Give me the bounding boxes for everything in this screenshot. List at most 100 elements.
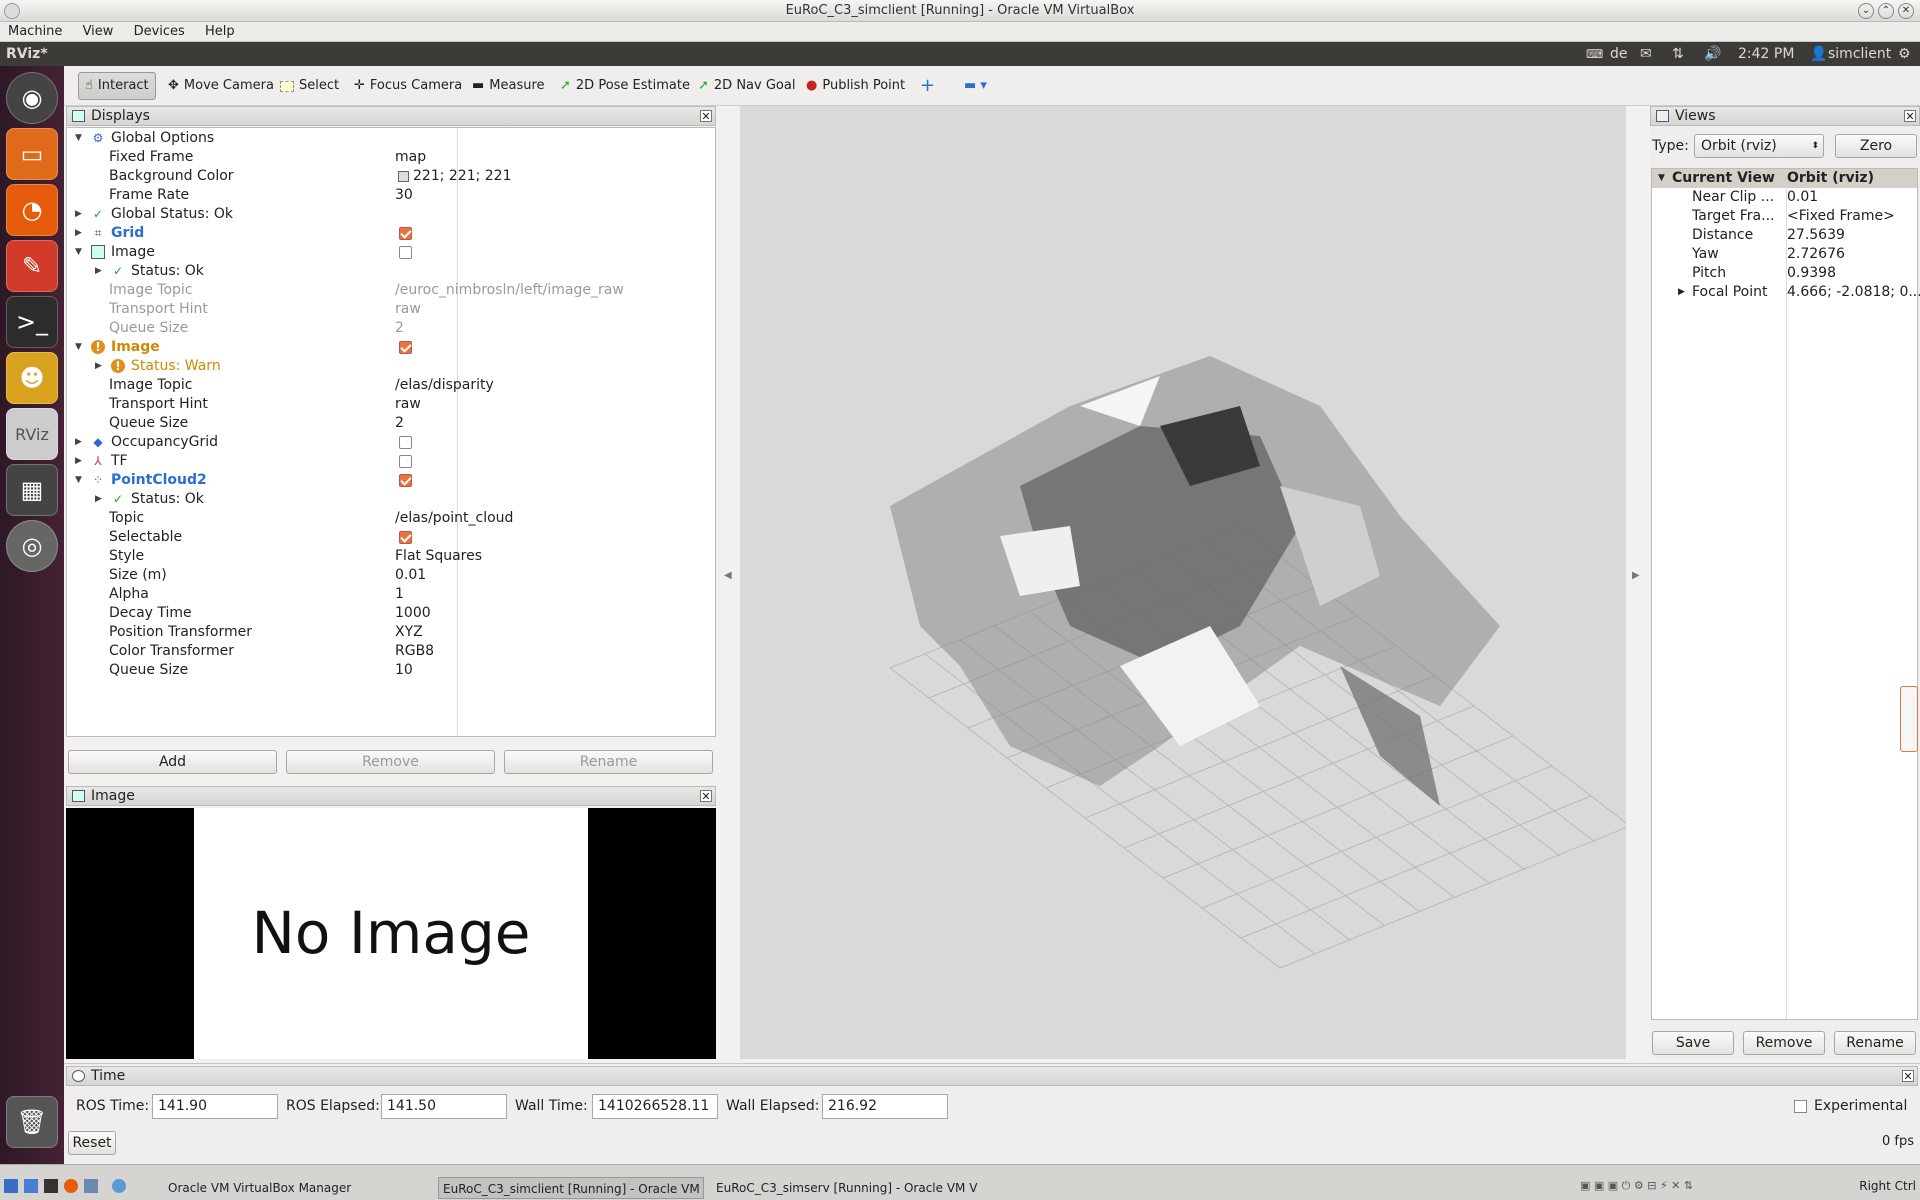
files-icon[interactable]: ▭ (6, 128, 58, 180)
remove-view-button[interactable]: Remove (1743, 1031, 1825, 1055)
minimize-icon[interactable]: ⌄ (1858, 3, 1874, 19)
wall-elapsed-field[interactable]: 216.92 (822, 1094, 948, 1119)
tool-measure[interactable]: ▬ Measure (466, 72, 551, 100)
tool-move-camera[interactable]: ✥ Move Camera (162, 72, 280, 100)
views-scrollbar[interactable] (1900, 686, 1918, 752)
tree-row-focal-point[interactable]: ▶ Focal Point 4.666; -2.0818; 0.... (1652, 283, 1920, 302)
close-icon[interactable]: ✕ (1898, 3, 1914, 19)
tree-row-pointcloud2[interactable]: ▼ ⁘ PointCloud2 (67, 471, 715, 490)
tree-row-distance[interactable]: Distance 27.5639 (1652, 226, 1917, 245)
app-icon[interactable]: ☻ (6, 352, 58, 404)
terminal-icon[interactable] (44, 1179, 58, 1193)
close-panel-icon[interactable]: ✕ (1902, 1070, 1914, 1082)
prop-value[interactable]: 30 (395, 186, 413, 205)
tree-row-current-view[interactable]: ▼ Current View Orbit (rviz) (1652, 169, 1917, 188)
tree-row-position-transformer[interactable]: Position Transformer XYZ (67, 623, 715, 642)
tree-row-queue-size[interactable]: Queue Size 10 (67, 661, 715, 680)
gear-icon[interactable]: ⚙ (1898, 42, 1911, 66)
menu-machine[interactable]: Machine (8, 24, 62, 39)
grid-enabled-checkbox[interactable] (399, 227, 412, 240)
tray-icons[interactable]: ▣ ▣ ▣ ⏻ ⚙ ⊟ ⚡ ✕ ⇅ (1580, 1179, 1693, 1193)
tool-2d-nav-goal[interactable]: ➚ 2D Nav Goal (692, 72, 801, 100)
close-panel-icon[interactable]: ✕ (700, 790, 712, 802)
remove-display-button[interactable]: Remove (286, 750, 495, 774)
pointcloud-enabled-checkbox[interactable] (399, 474, 412, 487)
tf-enabled-checkbox[interactable] (399, 455, 412, 468)
collapse-arrow-icon[interactable]: ▼ (75, 471, 82, 490)
prop-value[interactable]: Flat Squares (395, 547, 482, 566)
tree-row-topic[interactable]: Topic /elas/point_cloud (67, 509, 715, 528)
prop-value[interactable]: 1000 (395, 604, 431, 623)
expand-arrow-icon[interactable]: ▶ (75, 224, 82, 243)
tree-row-pitch[interactable]: Pitch 0.9398 (1652, 264, 1917, 283)
collapse-arrow-icon[interactable]: ▼ (1658, 169, 1665, 188)
firefox-icon[interactable]: ◔ (6, 184, 58, 236)
tree-row-global-status[interactable]: ▶ ✓ Global Status: Ok (67, 205, 715, 224)
ros-elapsed-field[interactable]: 141.50 (381, 1094, 507, 1119)
terminal-icon[interactable]: >_ (6, 296, 58, 348)
tool-interact[interactable]: ☝ Interact (78, 72, 156, 100)
prop-value[interactable]: 0.01 (395, 566, 426, 585)
tree-row-image-1-status[interactable]: ▶ ✓ Status: Ok (67, 262, 715, 281)
maximize-icon[interactable]: ⌃ (1878, 3, 1894, 19)
tool-publish-point[interactable]: ● Publish Point (800, 72, 911, 100)
tree-row-queue-size[interactable]: Queue Size 2 (67, 319, 715, 338)
remove-tool-icon[interactable]: ▬ ▾ (958, 72, 993, 100)
network-icon[interactable]: ⇅ (1672, 42, 1684, 66)
prop-value[interactable]: map (395, 148, 426, 167)
tree-row-near-clip[interactable]: Near Clip ... 0.01 (1652, 188, 1917, 207)
zero-button[interactable]: Zero (1835, 134, 1917, 158)
close-panel-icon[interactable]: ✕ (700, 110, 712, 122)
prop-value[interactable]: raw (395, 300, 421, 319)
tree-row-background-color[interactable]: Background Color 221; 221; 221 (67, 167, 715, 186)
expand-arrow-icon[interactable]: ▶ (95, 357, 102, 376)
tree-row-pointcloud-status[interactable]: ▶ ✓ Status: Ok (67, 490, 715, 509)
expand-arrow-icon[interactable]: ▶ (95, 490, 102, 509)
mail-icon[interactable]: ✉ (1640, 42, 1652, 66)
prop-value[interactable]: 0.9398 (1787, 264, 1836, 283)
selectable-checkbox[interactable] (399, 531, 412, 544)
occupancy-enabled-checkbox[interactable] (399, 436, 412, 449)
tree-row-grid[interactable]: ▶ ⌗ Grid (67, 224, 715, 243)
3d-viewport[interactable] (740, 106, 1631, 1059)
collapse-left-icon[interactable]: ◀ (724, 570, 732, 581)
prop-value[interactable]: 2 (395, 319, 404, 338)
add-display-button[interactable]: Add (68, 750, 277, 774)
tree-row-decay-time[interactable]: Decay Time 1000 (67, 604, 715, 623)
prop-value[interactable]: 10 (395, 661, 413, 680)
task-simclient[interactable]: EuRoC_C3_simclient [Running] - Oracle VM… (438, 1177, 704, 1199)
collapse-arrow-icon[interactable]: ▼ (75, 243, 82, 262)
disc-icon[interactable]: ◎ (6, 520, 58, 572)
prop-value[interactable]: 221; 221; 221 (413, 167, 512, 186)
expand-arrow-icon[interactable]: ▶ (75, 452, 82, 471)
desktop-icon[interactable] (24, 1179, 38, 1193)
collapse-arrow-icon[interactable]: ▼ (75, 338, 82, 357)
expand-arrow-icon[interactable]: ▶ (1678, 283, 1685, 302)
tree-row-yaw[interactable]: Yaw 2.72676 (1652, 245, 1917, 264)
menu-devices[interactable]: Devices (134, 24, 185, 39)
task-simserv[interactable]: EuRoC_C3_simserv [Running] - Oracle VM V… (712, 1177, 978, 1199)
rename-display-button[interactable]: Rename (504, 750, 713, 774)
color-swatch[interactable] (398, 171, 409, 182)
firefox-icon[interactable] (64, 1179, 78, 1193)
prop-value[interactable]: XYZ (395, 623, 423, 642)
prop-value[interactable]: RGB8 (395, 642, 434, 661)
tree-row-queue-size[interactable]: Queue Size 2 (67, 414, 715, 433)
expand-arrow-icon[interactable]: ▶ (75, 433, 82, 452)
dash-icon[interactable]: ◉ (6, 72, 58, 124)
prop-value[interactable]: 0.01 (1787, 188, 1818, 207)
tree-row-size[interactable]: Size (m) 0.01 (67, 566, 715, 585)
prop-value[interactable]: /elas/point_cloud (395, 509, 513, 528)
tree-row-fixed-frame[interactable]: Fixed Frame map (67, 148, 715, 167)
prop-value[interactable]: <Fixed Frame> (1787, 207, 1895, 226)
files-icon[interactable] (84, 1179, 98, 1193)
menu-view[interactable]: View (83, 24, 114, 39)
workspace-icon[interactable]: ▦ (6, 464, 58, 516)
tool-select[interactable]: Select (274, 72, 345, 100)
image-enabled-checkbox[interactable] (399, 341, 412, 354)
rename-view-button[interactable]: Rename (1834, 1031, 1916, 1055)
expand-arrow-icon[interactable]: ▶ (75, 205, 82, 224)
chat-icon[interactable] (112, 1179, 126, 1193)
ros-time-field[interactable]: 141.90 (152, 1094, 278, 1119)
collapse-arrow-icon[interactable]: ▼ (75, 129, 82, 148)
